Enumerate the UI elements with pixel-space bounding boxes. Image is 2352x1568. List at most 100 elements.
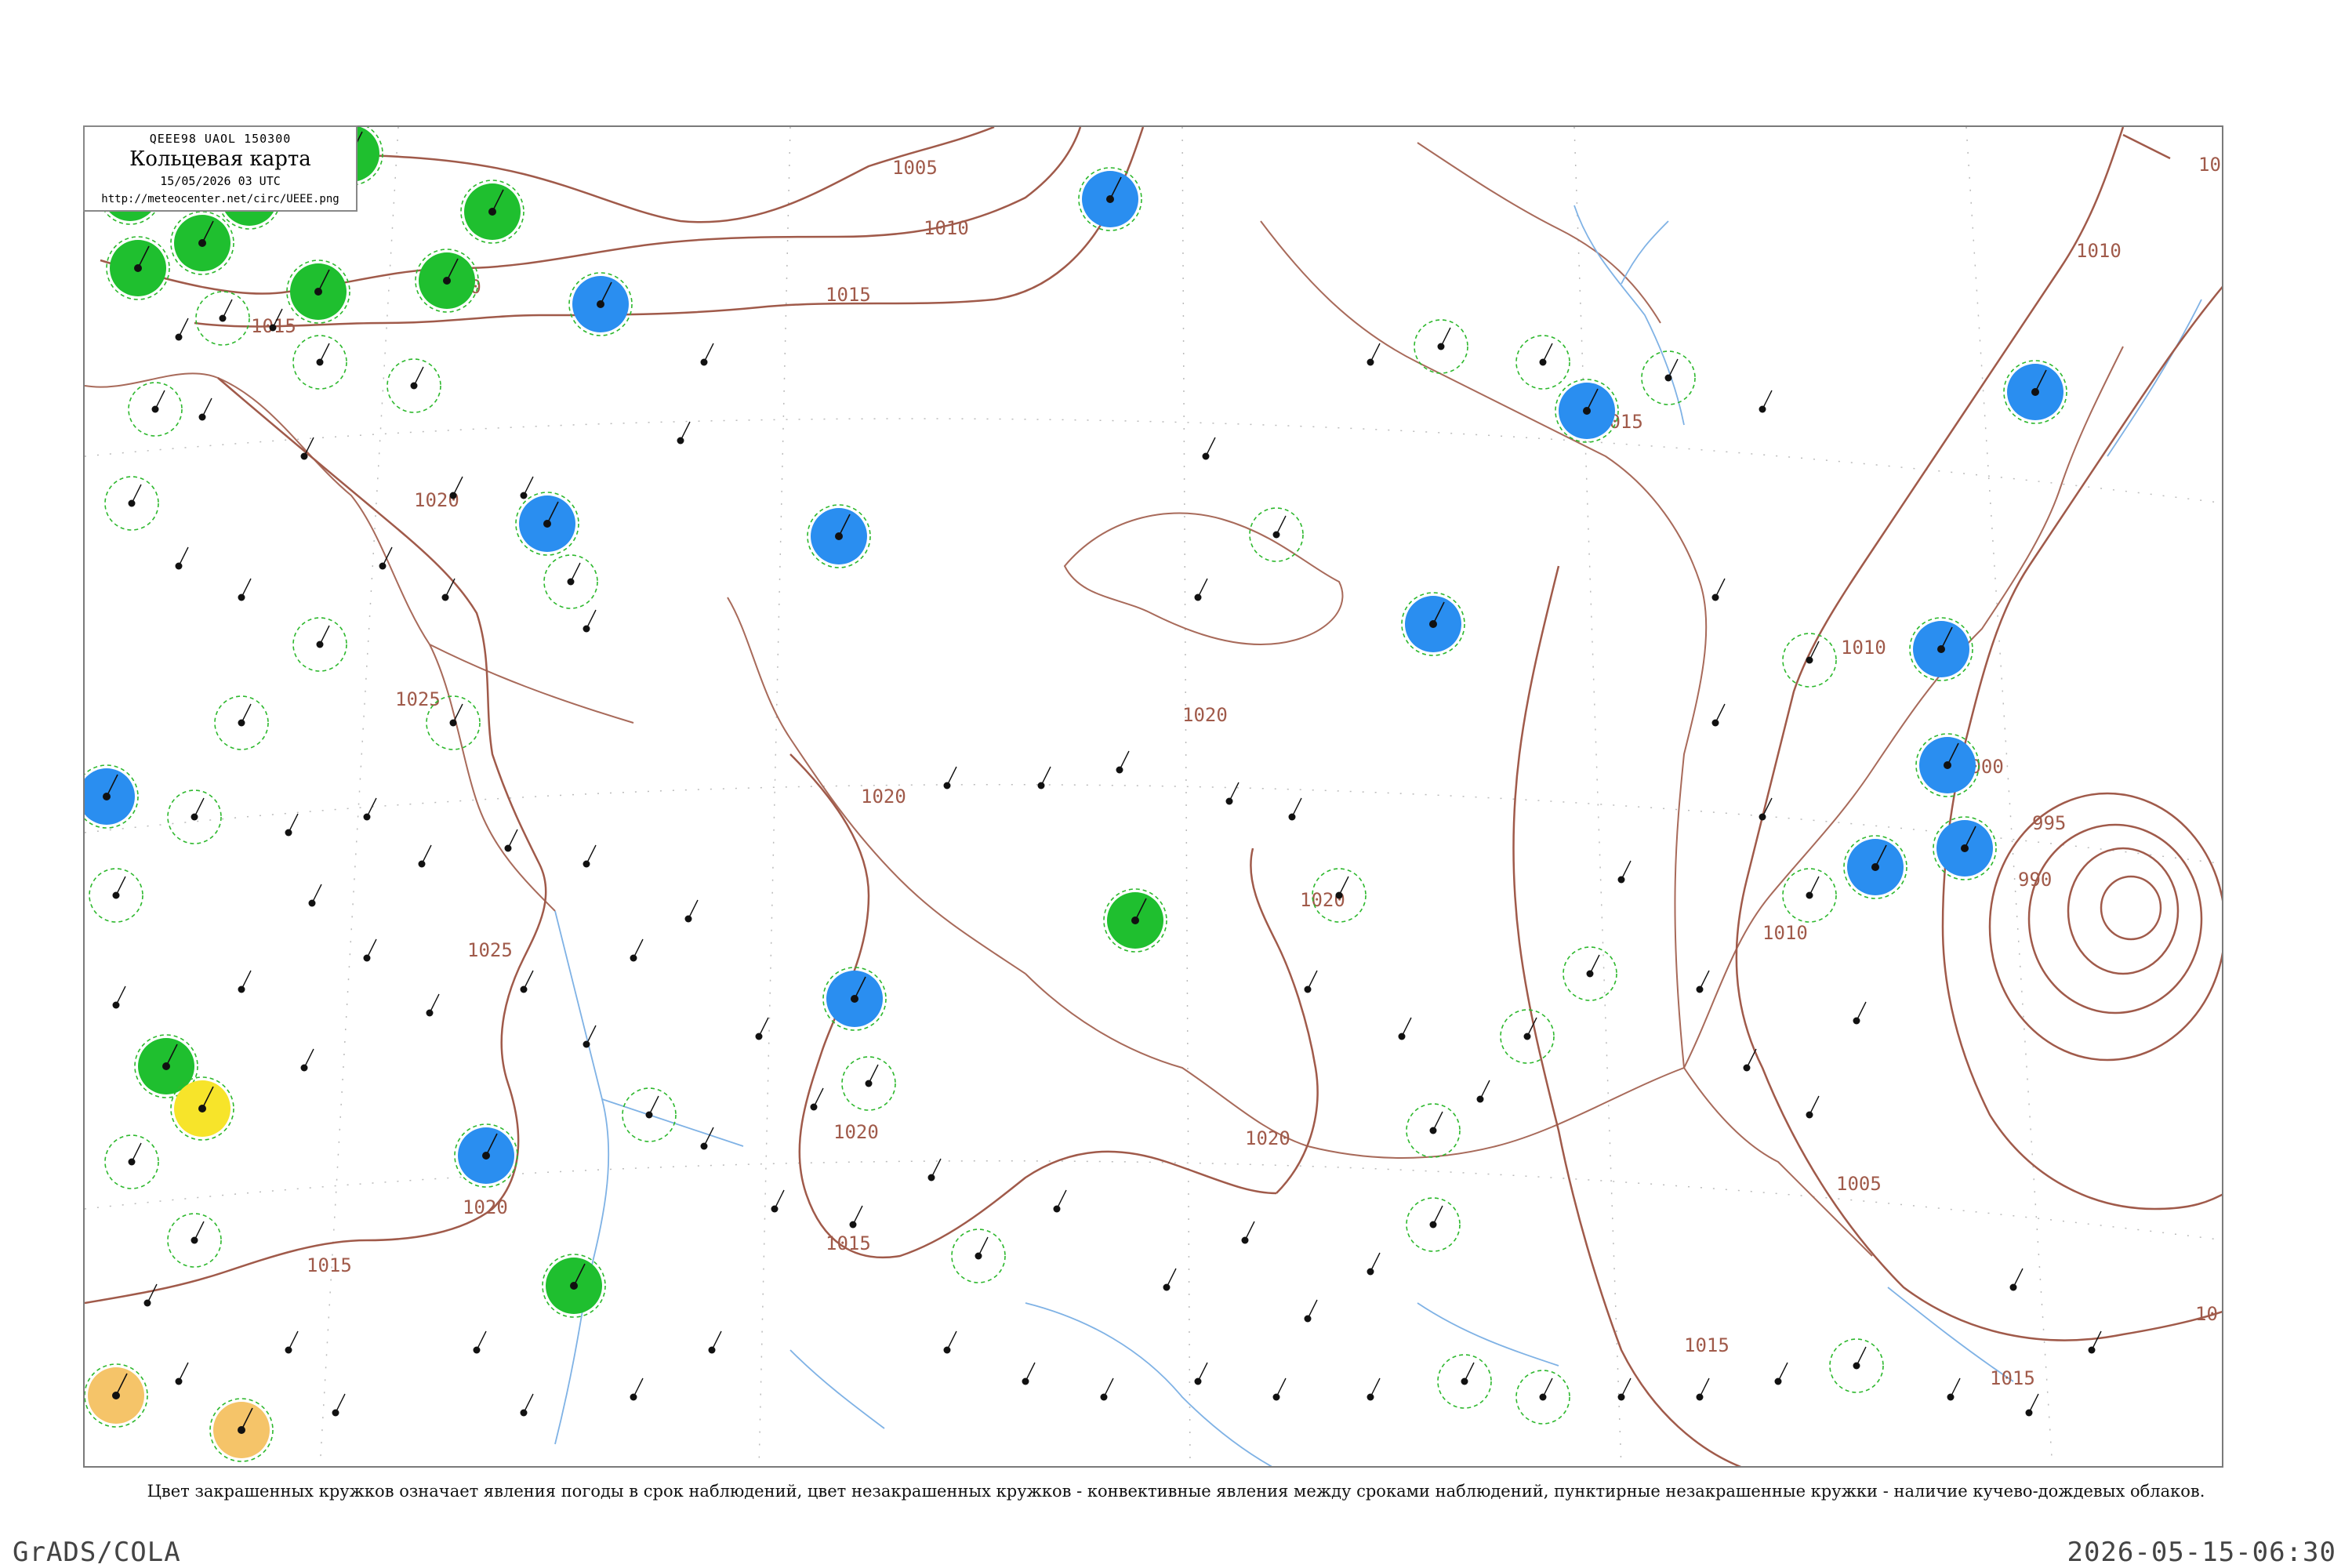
- wind-barb: [1621, 860, 1632, 880]
- wind-barb: [421, 844, 432, 865]
- station-glyph: [583, 1025, 597, 1048]
- wind-barb: [978, 1236, 989, 1257]
- wind-barb: [758, 1017, 769, 1037]
- wind-barb: [115, 876, 126, 896]
- wind-barb: [680, 421, 691, 441]
- wind-barb: [633, 1377, 644, 1398]
- station-glyph: [473, 1330, 487, 1354]
- wind-barb: [1025, 1362, 1036, 1382]
- station-marker: [85, 764, 139, 829]
- station-glyph: [175, 318, 189, 341]
- station-glyph: [1641, 350, 1696, 405]
- isobar-label: 1005: [1836, 1173, 1882, 1195]
- station-glyph: [943, 766, 957, 789]
- station-glyph: [1053, 1189, 1067, 1213]
- station-glyph: [1743, 1048, 1757, 1072]
- isobar-label: 1010: [1841, 637, 1886, 659]
- wind-barb: [1307, 970, 1318, 990]
- wind-barb: [1440, 327, 1451, 347]
- station-glyph: [2088, 1330, 2102, 1354]
- station-glyph: [1617, 860, 1632, 884]
- wind-barb: [507, 829, 518, 849]
- wind-barb: [1307, 1299, 1318, 1319]
- wind-barb: [1715, 703, 1726, 724]
- station-glyph: [1202, 437, 1216, 460]
- station-marker: [2003, 360, 2067, 424]
- isobar-label: 1015: [826, 1232, 871, 1254]
- station-glyph: [238, 578, 252, 601]
- wind-barb: [1370, 1252, 1381, 1272]
- station-glyph: [104, 476, 159, 531]
- station-glyph: [1711, 578, 1726, 601]
- wind-barb: [319, 625, 330, 645]
- station-glyph: [1782, 868, 1837, 923]
- wind-barb: [178, 318, 189, 338]
- station-glyph: [630, 1377, 644, 1401]
- wind-barb: [703, 343, 714, 363]
- wind-barb: [1950, 1377, 1961, 1398]
- wind-barb: [303, 1048, 314, 1069]
- station-glyph: [1563, 946, 1617, 1001]
- station-glyph: [700, 343, 714, 366]
- wind-barb: [1809, 876, 1820, 896]
- station-glyph: [1500, 1009, 1555, 1064]
- station-marker: [1933, 816, 1997, 880]
- wind-barb: [1699, 1377, 1710, 1398]
- wind-barb: [1715, 578, 1726, 598]
- station-glyph: [1241, 1221, 1255, 1244]
- wind-barb: [1166, 1268, 1177, 1288]
- wind-barb: [1589, 954, 1600, 975]
- synoptic-map: 1005101010151015101010201025102510201015…: [83, 125, 2223, 1468]
- wind-barb: [1777, 1362, 1788, 1382]
- station-glyph: [167, 789, 222, 844]
- station-glyph: [927, 1158, 942, 1181]
- wind-barb: [570, 562, 581, 583]
- station-glyph: [708, 1330, 722, 1354]
- wind-barb: [523, 476, 534, 496]
- legend-title: Кольцевая карта: [129, 147, 311, 171]
- station-marker: [1555, 379, 1619, 443]
- station-glyph: [1100, 1377, 1114, 1401]
- station-glyph: [1367, 1377, 1381, 1401]
- wind-barb: [1244, 1221, 1255, 1241]
- caption: Цвет закрашенных кружков означает явлени…: [147, 1482, 2205, 1501]
- station-marker: [85, 1363, 148, 1428]
- station-glyph: [583, 609, 597, 633]
- station-glyph: [1225, 782, 1240, 805]
- wind-barb: [711, 1330, 722, 1351]
- wind-barb: [241, 703, 252, 724]
- wind-barb: [1542, 1377, 1553, 1398]
- station-glyph: [1398, 1017, 1412, 1040]
- wind-barb: [288, 813, 299, 833]
- station-glyph: [175, 546, 189, 570]
- station-glyph: [1116, 750, 1130, 774]
- footer-credit: GrADS/COLA: [13, 1537, 181, 1568]
- station-glyph: [1367, 1252, 1381, 1276]
- wind-barb: [852, 1205, 863, 1225]
- station-glyph: [1853, 1001, 1867, 1025]
- isobar-label: 1010: [1762, 922, 1808, 944]
- wind-barb: [1699, 970, 1710, 990]
- legend-url: http://meteocenter.net/circ/UEEE.png: [101, 193, 339, 205]
- isobar-label: 990: [2018, 869, 2052, 891]
- station-glyph: [104, 1134, 159, 1189]
- wind-barb: [131, 484, 142, 504]
- station-glyph: [214, 695, 269, 750]
- wind-barb: [774, 1189, 785, 1210]
- station-glyph: [1806, 1095, 1820, 1119]
- station-marker: [807, 504, 871, 568]
- wind-barb: [1370, 343, 1381, 363]
- station-marker: [170, 1076, 234, 1141]
- station-glyph: [1617, 1377, 1632, 1401]
- station-marker: [106, 236, 170, 300]
- isobar-label: 1020: [861, 786, 906, 808]
- station-marker: [209, 1398, 274, 1462]
- wind-barb: [1370, 1377, 1381, 1398]
- isobar-label: 1005: [892, 157, 938, 179]
- station-glyph: [1037, 766, 1051, 789]
- wind-barb: [311, 884, 322, 904]
- station-glyph: [1759, 797, 1773, 821]
- station-marker: [822, 967, 887, 1031]
- legend-box: QEEE98 UAOL 150300 Кольцевая карта 15/05…: [83, 125, 358, 212]
- wind-barb: [1432, 1111, 1443, 1131]
